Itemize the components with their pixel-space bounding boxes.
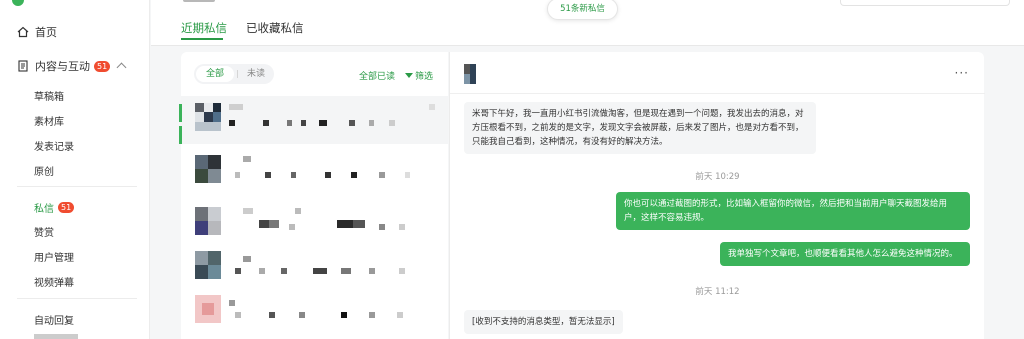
sidebar-item-drafts[interactable]: 草稿箱 (34, 88, 64, 103)
sidebar-divider (17, 298, 137, 299)
conversation-list: 全部 未读 全部已读 筛选 (179, 52, 448, 339)
home-icon (17, 26, 29, 38)
sidebar-item-video-danmaku[interactable]: 视频弹幕 (34, 274, 74, 289)
dm-badge: 51 (58, 202, 75, 213)
sidebar-item-user-management[interactable]: 用户管理 (34, 249, 74, 264)
conversation-item[interactable] (181, 148, 448, 196)
filter-button[interactable]: 筛选 (405, 69, 433, 82)
segment-unread[interactable]: 未读 (242, 66, 270, 82)
message-timestamp: 前天 11:12 (695, 287, 740, 297)
message-outgoing: 你也可以通过截图的形式，比如输入框留你的微信，然后把和当前用户聊天截图发给用户，… (616, 192, 970, 230)
nav-home-label: 首页 (35, 26, 57, 39)
sidebar-item-cutoff (34, 334, 78, 339)
page-title-fragment (183, 0, 215, 2)
avatar (195, 295, 221, 323)
message-incoming: 米哥下午好，我一直用小红书引流做淘客，但是现在遇到一个问题，我发出去的消息，对方… (464, 102, 816, 154)
message-timestamp: 前天 10:29 (695, 172, 740, 182)
sidebar-item-materials[interactable]: 素材库 (34, 113, 64, 128)
sidebar-item-appreciation[interactable]: 赞赏 (34, 224, 54, 239)
avatar (195, 103, 221, 131)
tab-saved-messages[interactable]: 已收藏私信 (246, 20, 304, 36)
avatar (195, 251, 221, 279)
sidebar-item-original[interactable]: 原创 (34, 163, 54, 178)
sidebar: 首页 内容与互动 51 草稿箱 素材库 发表记录 原创 私信 51 赞赏 用户管… (0, 0, 150, 339)
conversation-item[interactable] (181, 200, 448, 248)
message-incoming: [收到不支持的消息类型，暂无法显示] (464, 310, 623, 334)
read-filter-segment: 全部 未读 (194, 64, 274, 84)
conversation-item[interactable] (181, 244, 448, 292)
document-icon (18, 60, 28, 72)
logo (12, 0, 24, 6)
sidebar-item-direct-messages[interactable]: 私信 51 (34, 200, 75, 215)
segment-divider (237, 70, 238, 78)
nav-content-label: 内容与互动 (35, 60, 90, 73)
sidebar-item-publish-records[interactable]: 发表记录 (34, 138, 74, 153)
selected-indicator (179, 104, 182, 122)
conversation-item[interactable] (179, 96, 448, 144)
message-outgoing: 我单独写个文章吧，也顺便看看其他人怎么避免这种情况的。 (720, 242, 970, 266)
chevron-up-icon[interactable] (116, 62, 127, 73)
sidebar-item-auto-reply[interactable]: 自动回复 (34, 312, 74, 327)
tab-recent-messages[interactable]: 近期私信 (181, 20, 227, 36)
avatar (195, 207, 221, 235)
top-right-control[interactable] (840, 0, 1010, 6)
chat-panel: ··· 米哥下午好，我一直用小红书引流做淘客，但是现在遇到一个问题，我发出去的消… (449, 52, 985, 339)
selected-indicator (179, 126, 182, 144)
nav-home[interactable]: 首页 (17, 24, 57, 40)
sidebar-divider (17, 186, 137, 187)
mark-all-read-button[interactable]: 全部已读 (359, 69, 395, 82)
more-options-icon[interactable]: ··· (955, 66, 969, 80)
dm-label: 私信 (34, 204, 54, 215)
chat-header: ··· (450, 52, 985, 94)
tab-active-indicator (181, 38, 223, 40)
avatar (195, 155, 221, 183)
segment-all[interactable]: 全部 (196, 66, 234, 82)
content-badge: 51 (94, 60, 111, 72)
filter-icon (405, 73, 413, 78)
new-messages-pill[interactable]: 51条新私信 (547, 0, 618, 20)
conversation-item[interactable] (181, 288, 448, 336)
nav-content-interaction[interactable]: 内容与互动 51 (17, 58, 127, 74)
contact-avatar (464, 64, 486, 84)
filter-label: 筛选 (415, 72, 434, 82)
